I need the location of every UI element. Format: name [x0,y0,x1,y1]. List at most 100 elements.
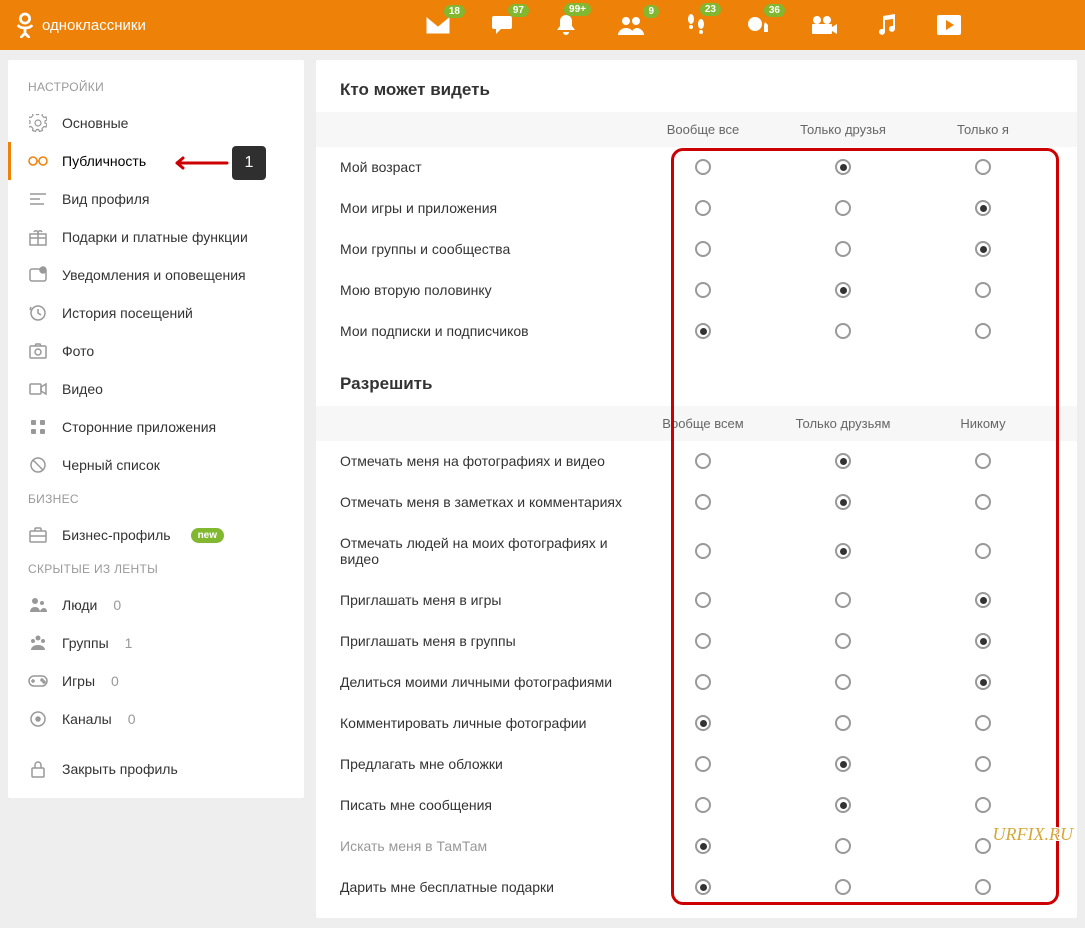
radio-option[interactable] [695,241,711,257]
radio-option[interactable] [975,797,991,813]
sidebar-item-lock-profile[interactable]: Закрыть профиль [8,750,304,788]
sidebar-section-settings: НАСТРОЙКИ [8,72,304,104]
radio-option[interactable] [975,241,991,257]
setting-label: Предлагать мне обложки [340,756,633,772]
main-content: Кто может видеть Вообще все Только друзь… [316,60,1077,918]
play-box-icon [937,15,961,35]
radio-option[interactable] [835,494,851,510]
radio-option[interactable] [835,838,851,854]
envelope-icon [425,15,451,35]
radio-option[interactable] [695,494,711,510]
radio-option[interactable] [975,715,991,731]
radio-option[interactable] [975,633,991,649]
radio-option[interactable] [975,323,991,339]
radio-option[interactable] [975,159,991,175]
sidebar-item-notifications[interactable]: Уведомления и оповещения [8,256,304,294]
radio-option[interactable] [975,453,991,469]
radio-option[interactable] [695,282,711,298]
radio-option[interactable] [835,756,851,772]
radio-option[interactable] [695,633,711,649]
radio-option[interactable] [835,200,851,216]
sidebar-item-apps[interactable]: Сторонние приложения [8,408,304,446]
nav-feedback[interactable]: 36 [747,14,771,36]
channel-icon [28,709,48,729]
setting-row: Приглашать меня в группы [316,621,1077,662]
setting-label: Писать мне сообщения [340,797,633,813]
radio-option[interactable] [975,879,991,895]
radio-option[interactable] [695,674,711,690]
setting-row: Отмечать людей на моих фотографиях и вид… [316,523,1077,580]
radio-option[interactable] [695,159,711,175]
nav-video[interactable] [811,16,837,34]
radio-option[interactable] [695,879,711,895]
setting-row: Дарить мне бесплатные подарки [316,867,1077,908]
clock-icon [28,303,48,323]
sidebar-item-photo[interactable]: Фото [8,332,304,370]
radio-option[interactable] [835,633,851,649]
sidebar-item-business[interactable]: Бизнес-профильnew [8,516,304,554]
nav-play[interactable] [937,15,961,35]
permissions-title: Разрешить [316,374,1077,406]
radio-option[interactable] [975,282,991,298]
radio-option[interactable] [835,543,851,559]
sidebar-item-general[interactable]: Основные [8,104,304,142]
sidebar-item-games[interactable]: Игры 0 [8,662,304,700]
radio-option[interactable] [975,543,991,559]
radio-option[interactable] [975,838,991,854]
sidebar-item-channels[interactable]: Каналы 0 [8,700,304,738]
glasses-icon [28,151,48,171]
radio-option[interactable] [835,592,851,608]
radio-option[interactable] [835,797,851,813]
radio-option[interactable] [695,592,711,608]
setting-row: Мою вторую половинку [316,270,1077,311]
new-badge: new [191,528,224,543]
radio-option[interactable] [975,756,991,772]
sidebar-item-video[interactable]: Видео [8,370,304,408]
sidebar-item-blacklist[interactable]: Черный список [8,446,304,484]
sidebar-item-privacy[interactable]: Публичность 1 [8,142,304,180]
nav-friends[interactable]: 9 [617,15,645,35]
nav-guests[interactable]: 23 [685,13,707,37]
radio-option[interactable] [835,453,851,469]
nav-notifications[interactable]: 99+ [555,13,577,37]
radio-option[interactable] [695,200,711,216]
sidebar-item-people[interactable]: Люди 0 [8,586,304,624]
radio-option[interactable] [695,756,711,772]
radio-option[interactable] [695,838,711,854]
visibility-title: Кто может видеть [316,80,1077,112]
radio-option[interactable] [975,674,991,690]
radio-option[interactable] [695,715,711,731]
radio-option[interactable] [835,879,851,895]
radio-option[interactable] [835,674,851,690]
logo[interactable]: одноклассники [14,12,146,38]
gift-icon [28,227,48,247]
setting-label: Мои игры и приложения [340,200,633,216]
radio-option[interactable] [975,494,991,510]
nav-discussions[interactable]: 97 [491,14,515,36]
bell-icon [555,13,577,37]
sidebar-item-gifts[interactable]: Подарки и платные функции [8,218,304,256]
radio-option[interactable] [695,543,711,559]
sidebar-item-history[interactable]: История посещений [8,294,304,332]
radio-option[interactable] [695,453,711,469]
setting-row: Мои игры и приложения [316,188,1077,229]
radio-option[interactable] [835,715,851,731]
radio-option[interactable] [695,797,711,813]
sidebar-item-groups[interactable]: Группы 1 [8,624,304,662]
radio-option[interactable] [835,241,851,257]
nav-music[interactable] [877,14,897,36]
radio-option[interactable] [835,159,851,175]
radio-option[interactable] [835,282,851,298]
radio-option[interactable] [695,323,711,339]
camcorder-icon [28,379,48,399]
camera-icon [28,341,48,361]
sidebar-section-hidden: СКРЫТЫЕ ИЗ ЛЕНТЫ [8,554,304,586]
radio-option[interactable] [975,200,991,216]
lock-icon [28,759,48,779]
radio-option[interactable] [835,323,851,339]
sidebar-item-profile-view[interactable]: Вид профиля [8,180,304,218]
setting-label: Мои подписки и подписчиков [340,323,633,339]
radio-option[interactable] [975,592,991,608]
apps-icon [28,417,48,437]
nav-messages[interactable]: 18 [425,15,451,35]
